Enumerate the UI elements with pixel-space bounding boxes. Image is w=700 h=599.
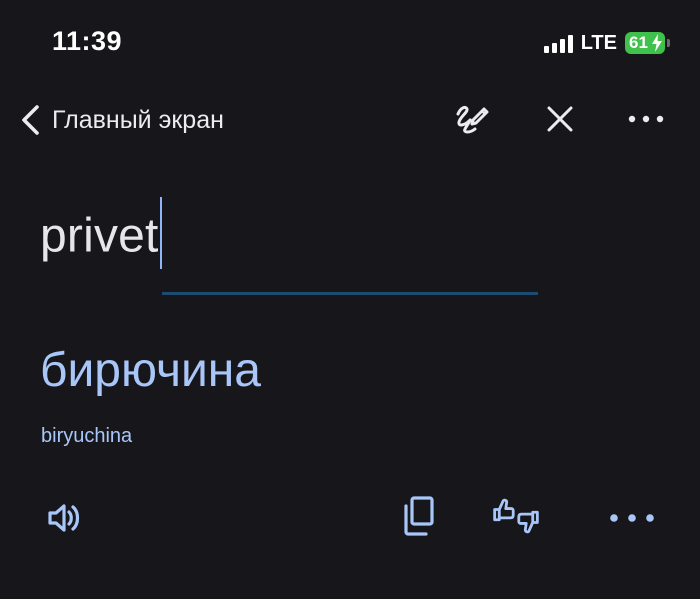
listen-button[interactable] xyxy=(38,492,90,544)
feedback-icon xyxy=(493,498,539,534)
chevron-left-icon xyxy=(22,105,39,135)
translate-screen: 11:39 LTE 61 Главный экран privet бирючи… xyxy=(0,0,700,599)
copy-icon xyxy=(404,496,434,536)
handwriting-icon xyxy=(456,105,489,134)
input-divider xyxy=(162,292,538,295)
status-time: 11:39 xyxy=(52,26,123,56)
network-type: LTE xyxy=(580,31,617,54)
close-icon xyxy=(547,106,573,132)
status-indicators: LTE 61 xyxy=(543,30,670,56)
close-button[interactable] xyxy=(538,97,582,141)
text-caret xyxy=(159,197,162,269)
battery-level: 61 xyxy=(629,33,648,52)
speaker-icon xyxy=(48,504,80,532)
translation-text: бирючина xyxy=(40,344,261,397)
more-horizontal-icon xyxy=(610,514,654,522)
handwriting-button[interactable] xyxy=(449,97,493,141)
more-horizontal-icon xyxy=(628,115,664,123)
more-options-button[interactable] xyxy=(624,97,668,141)
copy-button[interactable] xyxy=(392,490,444,542)
battery-icon: 61 xyxy=(625,32,665,54)
source-text-value: privet xyxy=(40,209,159,263)
source-text-input[interactable]: privet xyxy=(40,197,162,275)
battery-tip xyxy=(667,39,670,47)
charging-bolt-icon xyxy=(652,34,662,52)
more-actions-button[interactable] xyxy=(606,492,658,544)
signal-strength-icon xyxy=(543,33,573,53)
rate-translation-button[interactable] xyxy=(490,490,542,542)
back-label: Главный экран xyxy=(52,105,224,134)
transliteration-text: biryuchina xyxy=(41,425,133,447)
back-button[interactable]: Главный экран xyxy=(18,98,224,142)
